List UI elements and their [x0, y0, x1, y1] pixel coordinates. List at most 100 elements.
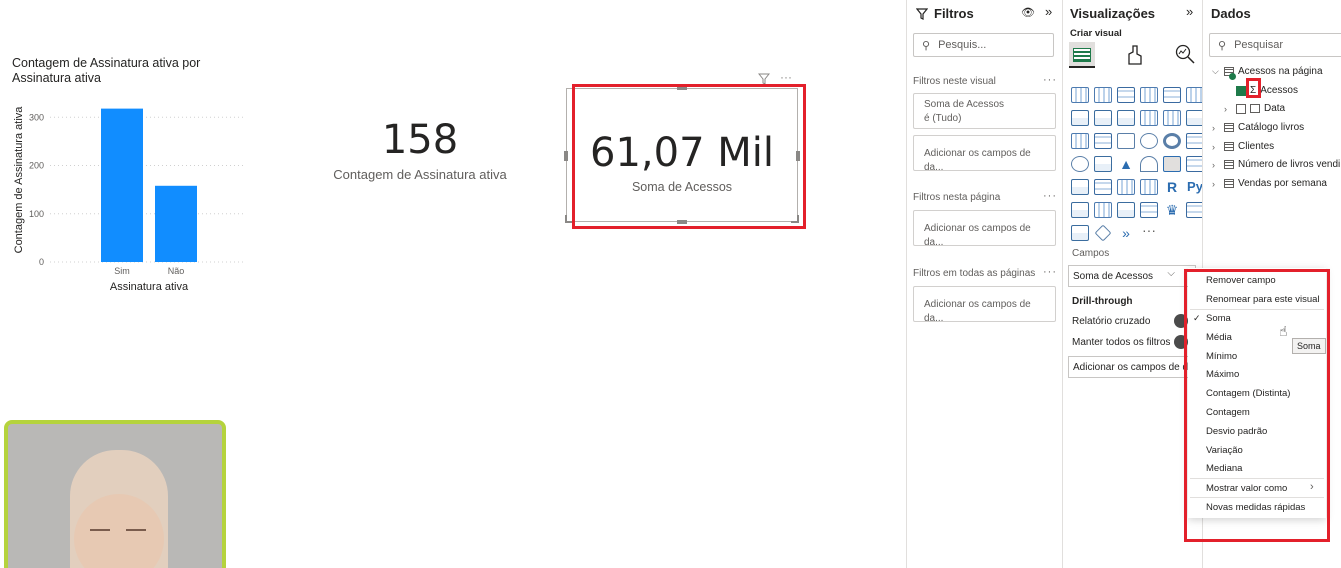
stacked-area-icon[interactable]: [1117, 110, 1135, 126]
calendar-icon: [1250, 104, 1260, 113]
funnel-icon[interactable]: [1094, 133, 1112, 149]
power-automate-icon[interactable]: [1094, 224, 1112, 242]
highlight-context-menu: [1184, 269, 1330, 542]
more-visual-filters-icon[interactable]: ···: [1043, 74, 1057, 86]
donut-chart-icon[interactable]: [1163, 133, 1181, 149]
key-influencers-icon[interactable]: [1071, 202, 1089, 218]
y-tick-label: 300: [29, 112, 44, 122]
collapse-visualizations-icon[interactable]: »: [1186, 4, 1193, 19]
qa-icon[interactable]: [1117, 202, 1135, 218]
drill-through-label: Drill-through: [1072, 296, 1133, 307]
decomposition-tree-icon[interactable]: [1094, 202, 1112, 218]
goals-icon[interactable]: ♛: [1163, 202, 1181, 218]
visualizations-title: Visualizações: [1070, 6, 1156, 21]
filters-title: Filtros: [934, 6, 974, 21]
chevron-right-icon[interactable]: ›: [1212, 142, 1220, 152]
clustered-bar-icon[interactable]: [1117, 87, 1135, 103]
data-title: Dados: [1211, 6, 1251, 21]
map-icon[interactable]: [1071, 156, 1089, 172]
x-tick-label: Não: [168, 266, 185, 276]
eye-icon[interactable]: 👁: [1021, 6, 1035, 19]
pie-chart-icon[interactable]: [1140, 133, 1158, 149]
build-visual-label: Criar visual: [1070, 28, 1122, 39]
more-page-filters-icon[interactable]: ···: [1043, 190, 1057, 202]
visual-type-gallery: ▲ R Py ♛ » ···: [1069, 84, 1207, 245]
smart-narrative-icon[interactable]: »: [1117, 225, 1135, 241]
filters-search-input[interactable]: ⚲ Pesquis...: [913, 33, 1054, 57]
tree-field-data[interactable]: › Data: [1224, 103, 1285, 114]
table-icon: [1224, 123, 1234, 132]
analytics-tab[interactable]: [1175, 44, 1195, 69]
x-tick-label: Sim: [114, 266, 130, 276]
clustered-column-icon[interactable]: [1140, 87, 1158, 103]
chevron-right-icon[interactable]: ›: [1212, 123, 1220, 133]
stacked-bar-icon[interactable]: [1071, 87, 1089, 103]
section-all-filters: Filtros em todas as páginas: [913, 268, 1036, 279]
kpi-icon[interactable]: [1071, 179, 1089, 195]
filter-icon[interactable]: [757, 72, 771, 85]
filters-pane: Filtros 👁 » ⚲ Pesquis... Filtros neste v…: [906, 0, 1062, 568]
more-options-icon[interactable]: ···: [780, 70, 792, 84]
bar[interactable]: [101, 108, 143, 263]
section-visual-filters: Filtros neste visual: [913, 76, 996, 87]
filter-card-soma-acessos[interactable]: Soma de Acessos é (Tudo): [913, 93, 1056, 129]
highlight-card: [572, 84, 806, 229]
table-icon[interactable]: [1117, 179, 1135, 195]
slicer-icon[interactable]: [1094, 179, 1112, 195]
bar-chart[interactable]: 0 100 200 300 Sim Não Assinatura ativa Contagem…: [0, 90, 260, 300]
chevron-right-icon[interactable]: ›: [1212, 160, 1220, 170]
y-axis-title: Contagem de Assinatura ativa: [13, 106, 25, 254]
matrix-icon[interactable]: [1140, 179, 1158, 195]
chart-title: Contagem de Assinatura ativa por Assinat…: [12, 56, 201, 85]
more-visuals-icon[interactable]: ···: [1140, 223, 1158, 241]
add-drill-fields[interactable]: Adicionar os campos de dr: [1068, 356, 1196, 378]
tree-table-numero[interactable]: › Número de livros vendi...: [1212, 159, 1341, 170]
y-tick-label: 100: [29, 209, 44, 219]
chevron-down-icon[interactable]: ⌵: [1212, 66, 1220, 77]
power-apps-icon[interactable]: [1071, 225, 1089, 241]
chevron-down-icon[interactable]: ⌵: [1167, 268, 1175, 279]
tree-table-clientes[interactable]: › Clientes: [1212, 141, 1274, 152]
more-all-filters-icon[interactable]: ···: [1043, 266, 1057, 278]
fields-section-label: Campos: [1072, 248, 1110, 259]
line-chart-icon[interactable]: [1071, 110, 1089, 126]
100-bar-icon[interactable]: [1163, 87, 1181, 103]
bar[interactable]: [155, 185, 197, 262]
section-page-filters: Filtros nesta página: [913, 192, 1001, 203]
chevron-right-icon[interactable]: ›: [1224, 104, 1232, 114]
search-icon: ⚲: [922, 39, 931, 52]
webcam-overlay: [4, 420, 226, 568]
tree-table-vendas[interactable]: › Vendas por semana: [1212, 178, 1327, 189]
build-visual-tab[interactable]: [1069, 42, 1095, 68]
r-visual-icon[interactable]: R: [1163, 179, 1181, 195]
card-value-count: 158: [381, 117, 459, 163]
keep-filters-label: Manter todos os filtros: [1072, 337, 1171, 348]
report-canvas: Contagem de Assinatura ativa por Assinat…: [0, 0, 906, 568]
fields-well-soma-acessos[interactable]: Soma de Acessos ⌵: [1068, 265, 1196, 287]
waterfall-icon[interactable]: [1071, 133, 1089, 149]
format-visual-tab[interactable]: [1125, 44, 1145, 71]
card-label-count: Contagem de Assinatura ativa: [333, 167, 507, 182]
data-search-input[interactable]: ⚲ Pesquisar: [1209, 33, 1341, 57]
filled-map-icon[interactable]: [1094, 156, 1112, 172]
line-column-icon[interactable]: [1140, 110, 1158, 126]
tree-table-catalogo[interactable]: › Catálogo livros: [1212, 122, 1304, 133]
filter-pane-icon: [915, 7, 929, 25]
add-fields-visual[interactable]: Adicionar os campos de da...: [913, 135, 1056, 173]
chevron-right-icon[interactable]: ›: [1212, 179, 1220, 189]
area-chart-icon[interactable]: [1094, 110, 1112, 126]
scatter-icon[interactable]: [1117, 133, 1135, 149]
azure-map-icon[interactable]: ▲: [1117, 156, 1135, 172]
card-icon[interactable]: [1163, 156, 1181, 172]
add-fields-page[interactable]: Adicionar os campos de da...: [913, 210, 1056, 248]
gauge-icon[interactable]: [1140, 156, 1158, 172]
checkbox-checked-icon[interactable]: [1236, 85, 1246, 96]
narrative-icon[interactable]: [1140, 202, 1158, 218]
collapse-filters-icon[interactable]: »: [1045, 4, 1052, 19]
cross-report-label: Relatório cruzado: [1072, 316, 1151, 327]
checkbox-icon[interactable]: [1236, 103, 1246, 114]
table-icon: [1224, 160, 1234, 169]
add-fields-all[interactable]: Adicionar os campos de da...: [913, 286, 1056, 324]
line-clustered-icon[interactable]: [1163, 110, 1181, 126]
stacked-column-icon[interactable]: [1094, 87, 1112, 103]
